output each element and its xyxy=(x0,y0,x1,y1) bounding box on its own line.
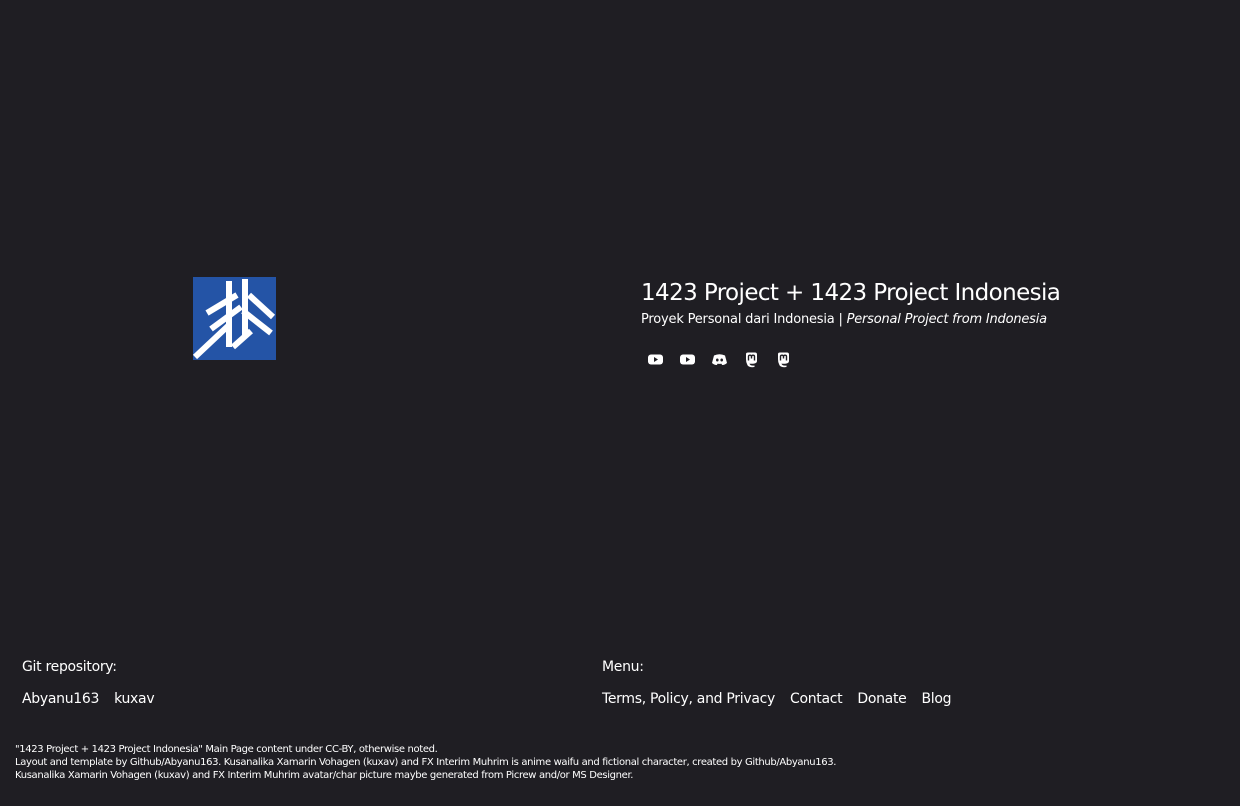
menu-link-contact[interactable]: Contact xyxy=(790,689,843,709)
page-subtitle: Proyek Personal dari Indonesia | Persona… xyxy=(641,312,1161,328)
git-link-kuxav[interactable]: kuxav xyxy=(114,689,155,709)
license-line: "1423 Project + 1423 Project Indonesia" … xyxy=(15,744,438,755)
git-repository-heading: Git repository: xyxy=(22,659,117,675)
1423-project-logo-icon xyxy=(193,277,276,360)
credits-line: Layout and template by Github/Abyanu163.… xyxy=(15,757,837,768)
page: 1423 Project + 1423 Project Indonesia Pr… xyxy=(0,0,1240,806)
site-logo xyxy=(193,277,276,360)
mastodon-icon[interactable] xyxy=(775,351,792,368)
git-repository-links: Abyanu163 kuxav xyxy=(22,689,155,709)
page-title: 1423 Project + 1423 Project Indonesia xyxy=(641,280,1061,306)
menu-heading: Menu: xyxy=(602,659,644,675)
menu-section: Menu: Terms, Policy, and Privacy Contact… xyxy=(602,657,952,709)
avatar-credits-line: Kusanalika Xamarin Vohagen (kuxav) and F… xyxy=(15,770,634,781)
discord-icon[interactable] xyxy=(711,351,728,368)
git-link-abyanu163[interactable]: Abyanu163 xyxy=(22,689,99,709)
menu-link-donate[interactable]: Donate xyxy=(857,689,906,709)
subtitle-english: Personal Project from Indonesia xyxy=(846,312,1048,327)
license-notice: "1423 Project + 1423 Project Indonesia" … xyxy=(15,743,836,782)
hero: 1423 Project + 1423 Project Indonesia Pr… xyxy=(641,279,1161,328)
subtitle-main: Proyek Personal dari Indonesia | xyxy=(641,312,847,327)
youtube-icon[interactable] xyxy=(647,351,664,368)
social-links xyxy=(647,351,792,368)
git-repository-section: Git repository: Abyanu163 kuxav xyxy=(22,657,155,709)
menu-link-blog[interactable]: Blog xyxy=(921,689,951,709)
menu-link-terms[interactable]: Terms, Policy, and Privacy xyxy=(602,689,775,709)
mastodon-icon[interactable] xyxy=(743,351,760,368)
menu-links: Terms, Policy, and Privacy Contact Donat… xyxy=(602,689,952,709)
youtube-icon[interactable] xyxy=(679,351,696,368)
